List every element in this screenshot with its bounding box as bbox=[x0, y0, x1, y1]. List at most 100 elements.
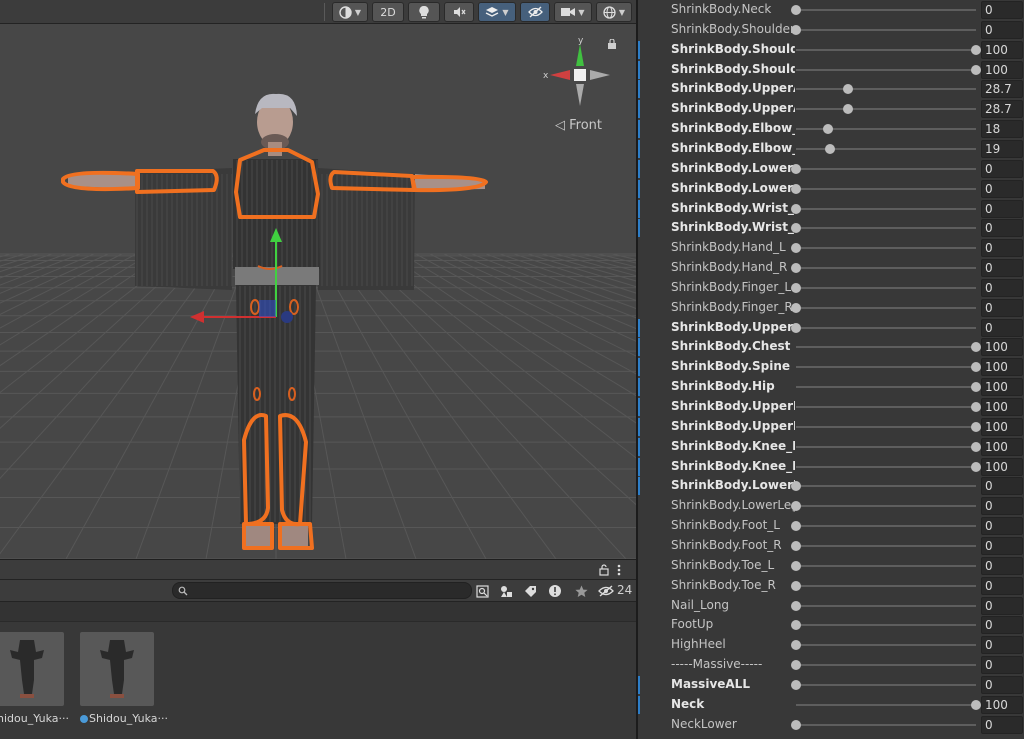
blend-shape-value-field[interactable]: 0 bbox=[981, 656, 1023, 675]
blend-shape-slider-track[interactable] bbox=[796, 207, 976, 210]
blend-shape-slider-thumb[interactable] bbox=[842, 84, 853, 95]
blend-shape-value-field[interactable]: 100 bbox=[981, 437, 1023, 456]
blend-shape-slider-track[interactable] bbox=[796, 366, 976, 369]
warning-icon[interactable] bbox=[547, 583, 563, 599]
blend-shape-slider-track[interactable] bbox=[796, 445, 976, 448]
blend-shape-slider-thumb[interactable] bbox=[791, 203, 801, 214]
blend-shape-slider-track[interactable] bbox=[796, 644, 976, 647]
blend-shape-slider-track[interactable] bbox=[796, 485, 976, 488]
blend-shape-slider-thumb[interactable] bbox=[791, 620, 801, 631]
blend-shape-value-field[interactable]: 0 bbox=[981, 199, 1023, 218]
blend-shape-slider-thumb[interactable] bbox=[791, 580, 801, 591]
blend-shape-slider-track[interactable] bbox=[796, 604, 976, 607]
blend-shape-slider-track[interactable] bbox=[796, 505, 976, 508]
scene-view[interactable]: ▼ 2D ▼ ▼ ▼ y x ◁ Front bbox=[0, 0, 636, 559]
blend-shape-slider-thumb[interactable] bbox=[971, 44, 981, 55]
blend-shape-slider-thumb[interactable] bbox=[791, 540, 801, 551]
blend-shape-value-field[interactable]: 0 bbox=[981, 636, 1023, 655]
blend-shape-slider-thumb[interactable] bbox=[791, 263, 801, 274]
blend-shape-slider-track[interactable] bbox=[796, 147, 976, 150]
blend-shape-value-field[interactable]: 0 bbox=[981, 219, 1023, 238]
lighting-toggle-button[interactable] bbox=[408, 2, 440, 22]
blend-shape-slider-track[interactable] bbox=[796, 723, 976, 726]
blend-shape-slider-track[interactable] bbox=[796, 624, 976, 627]
blend-shape-value-field[interactable]: 0 bbox=[981, 1, 1023, 19]
blend-shape-slider-thumb[interactable] bbox=[791, 183, 801, 194]
blend-shape-value-field[interactable]: 28.7 bbox=[981, 100, 1023, 119]
blend-shape-slider-thumb[interactable] bbox=[791, 660, 801, 671]
blend-shape-slider-thumb[interactable] bbox=[971, 402, 981, 412]
blend-shape-slider-thumb[interactable] bbox=[971, 421, 981, 432]
scene-visibility-button[interactable] bbox=[520, 2, 550, 22]
blend-shape-slider-track[interactable] bbox=[796, 406, 976, 408]
blend-shape-slider-track[interactable] bbox=[796, 68, 976, 71]
blend-shape-value-field[interactable]: 0 bbox=[981, 159, 1023, 178]
blend-shape-value-field[interactable]: 19 bbox=[981, 139, 1023, 158]
blend-shape-value-field[interactable]: 0 bbox=[981, 239, 1023, 258]
blend-shape-slider-thumb[interactable] bbox=[791, 560, 801, 571]
blend-shape-value-field[interactable]: 100 bbox=[981, 338, 1023, 357]
blend-shape-value-field[interactable]: 100 bbox=[981, 457, 1023, 476]
blend-shape-slider-thumb[interactable] bbox=[971, 461, 981, 472]
blend-shape-slider-thumb[interactable] bbox=[791, 163, 801, 174]
blend-shape-slider-thumb[interactable] bbox=[971, 342, 981, 353]
more-options-icon[interactable] bbox=[616, 563, 622, 580]
blend-shape-value-field[interactable]: 0 bbox=[981, 318, 1023, 337]
blend-shape-value-field[interactable]: 100 bbox=[981, 398, 1023, 416]
blend-shape-slider-track[interactable] bbox=[796, 88, 976, 91]
blend-shape-slider-thumb[interactable] bbox=[971, 64, 981, 75]
blend-shape-slider-track[interactable] bbox=[796, 465, 976, 468]
blend-shape-slider-track[interactable] bbox=[796, 346, 976, 349]
filter-by-type-icon[interactable] bbox=[498, 583, 514, 599]
blend-shape-slider-track[interactable] bbox=[796, 187, 976, 190]
gizmos-button[interactable]: ▼ bbox=[596, 2, 632, 22]
blend-shape-slider-track[interactable] bbox=[796, 683, 976, 686]
hidden-packages-icon[interactable] bbox=[598, 583, 614, 599]
blend-shape-value-field[interactable]: 0 bbox=[981, 298, 1023, 317]
view-orientation-label[interactable]: ◁ Front bbox=[555, 118, 602, 133]
blend-shape-value-field[interactable]: 100 bbox=[981, 40, 1023, 59]
project-search-box[interactable] bbox=[172, 582, 472, 599]
blend-shape-slider-thumb[interactable] bbox=[791, 640, 801, 651]
blend-shape-value-field[interactable]: 0 bbox=[981, 517, 1023, 536]
blend-shape-value-field[interactable]: 100 bbox=[981, 358, 1023, 377]
star-icon[interactable] bbox=[573, 583, 589, 599]
blend-shape-slider-track[interactable] bbox=[796, 425, 976, 428]
blend-shape-value-field[interactable]: 0 bbox=[981, 20, 1023, 39]
shading-mode-button[interactable]: ▼ bbox=[332, 2, 368, 22]
blend-shape-slider-thumb[interactable] bbox=[791, 223, 801, 234]
blend-shape-slider-thumb[interactable] bbox=[791, 5, 801, 15]
blend-shape-value-field[interactable]: 0 bbox=[981, 596, 1023, 615]
2d-toggle-button[interactable]: 2D bbox=[372, 2, 404, 22]
blend-shape-slider-track[interactable] bbox=[796, 267, 976, 270]
blend-shape-slider-thumb[interactable] bbox=[971, 382, 981, 393]
blend-shape-value-field[interactable]: 100 bbox=[981, 378, 1023, 397]
blend-shape-slider-thumb[interactable] bbox=[842, 104, 853, 115]
blend-shape-value-field[interactable]: 0 bbox=[981, 576, 1023, 595]
blend-shape-value-field[interactable]: 28.7 bbox=[981, 80, 1023, 99]
search-input[interactable] bbox=[191, 583, 461, 598]
blend-shape-value-field[interactable]: 0 bbox=[981, 179, 1023, 198]
blend-shape-slider-thumb[interactable] bbox=[825, 143, 836, 154]
blend-shape-slider-track[interactable] bbox=[796, 167, 976, 170]
blend-shape-slider-track[interactable] bbox=[796, 386, 976, 389]
blend-shape-value-field[interactable]: 0 bbox=[981, 715, 1023, 734]
blend-shape-slider-thumb[interactable] bbox=[791, 243, 801, 254]
blend-shape-slider-track[interactable] bbox=[796, 703, 976, 706]
blend-shape-slider-thumb[interactable] bbox=[791, 282, 801, 293]
blend-shape-value-field[interactable]: 100 bbox=[981, 417, 1023, 436]
blend-shape-slider-thumb[interactable] bbox=[791, 481, 801, 492]
audio-toggle-button[interactable] bbox=[444, 2, 474, 22]
blend-shape-slider-thumb[interactable] bbox=[791, 679, 801, 690]
blend-shape-value-field[interactable]: 0 bbox=[981, 259, 1023, 278]
blend-shape-slider-track[interactable] bbox=[796, 584, 976, 587]
lock-icon[interactable] bbox=[599, 564, 609, 579]
lock-icon[interactable] bbox=[607, 38, 617, 49]
asset-item[interactable]: Shidou_Yuka··· bbox=[80, 632, 168, 725]
blend-shape-slider-track[interactable] bbox=[796, 247, 976, 250]
blend-shape-slider-track[interactable] bbox=[796, 9, 976, 11]
blend-shape-slider-thumb[interactable] bbox=[823, 124, 834, 135]
blend-shape-slider-thumb[interactable] bbox=[791, 521, 801, 532]
blend-shape-value-field[interactable]: 100 bbox=[981, 60, 1023, 79]
blend-shape-slider-track[interactable] bbox=[796, 286, 976, 289]
